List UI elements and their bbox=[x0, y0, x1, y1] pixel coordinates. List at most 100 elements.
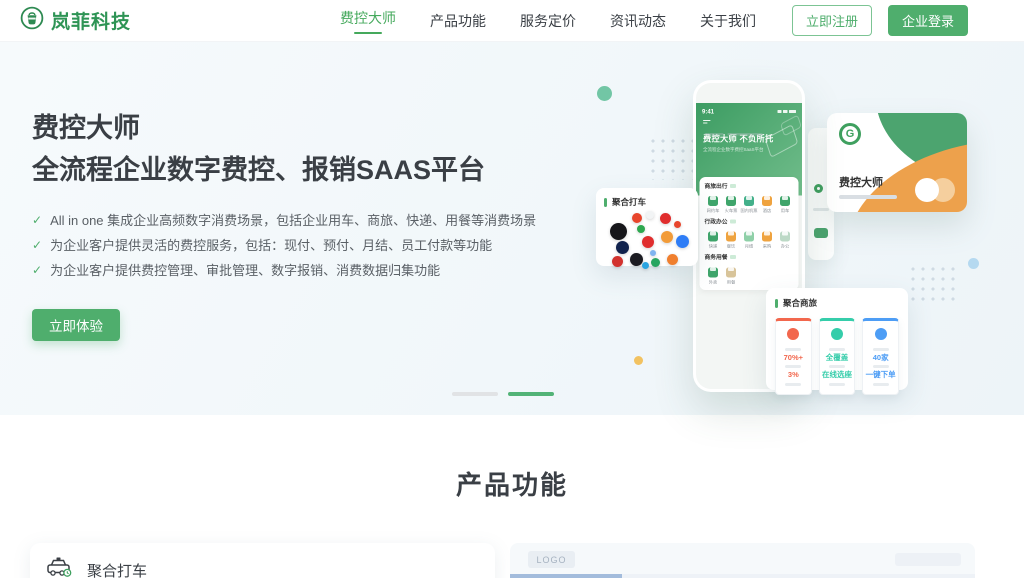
cta-button[interactable]: 立即体验 bbox=[32, 309, 120, 341]
mastercard-circles-icon bbox=[915, 178, 955, 202]
carousel-bar-active[interactable] bbox=[508, 392, 554, 396]
section-badge-icon bbox=[730, 184, 736, 188]
brand[interactable]: 岚菲科技 bbox=[20, 6, 131, 35]
hero-section: 费控大师 全流程企业数字费控、报销SAAS平台 ✓ All in one 集成企业… bbox=[0, 42, 1024, 415]
app-item-icon bbox=[762, 196, 772, 206]
app-item: 月结 bbox=[741, 229, 758, 250]
travel-mini-card: 全覆盖在线选座 bbox=[819, 318, 856, 395]
order-faded-row bbox=[705, 133, 794, 136]
app-item-icon bbox=[726, 232, 736, 242]
hero-bullet: ✓为企业客户提供费控管理、审批管理、数字报销、消费数据归集功能 bbox=[32, 264, 592, 277]
hero-bullets: ✓ All in one 集成企业高频数字消费场景，包括企业用车、商旅、快递、用餐… bbox=[32, 214, 592, 277]
app-item-icon bbox=[708, 196, 718, 206]
check-icon: ✓ bbox=[32, 214, 42, 226]
bank-card-title: 费控大师 bbox=[839, 174, 883, 190]
placeholder-bar bbox=[873, 383, 889, 386]
mini-stat: 3% bbox=[778, 371, 809, 379]
placeholder-bar bbox=[785, 348, 801, 351]
taxi-card-title: 聚合打车 bbox=[612, 196, 646, 208]
app-item-label: 酒店 bbox=[759, 208, 776, 214]
nav-item-news[interactable]: 资讯动态 bbox=[610, 11, 666, 31]
app-item-label: 用车 bbox=[777, 208, 794, 214]
brand-name: 岚菲科技 bbox=[51, 7, 131, 34]
hero-copy: 费控大师 全流程企业数字费控、报销SAAS平台 ✓All in one 集成企业… bbox=[32, 108, 592, 341]
brand-logo-dot bbox=[646, 211, 654, 219]
mini-icon bbox=[831, 328, 843, 340]
carousel-bar-inactive[interactable] bbox=[452, 392, 498, 396]
register-button[interactable]: 立即注册 bbox=[792, 5, 872, 36]
teal-circle-decoration bbox=[597, 86, 612, 101]
brand-logo-dot bbox=[660, 213, 671, 224]
travel-mini-card: 40家一键下单 bbox=[862, 318, 899, 395]
app-item: 外卖 bbox=[705, 264, 722, 285]
bank-card-subtitle-bar bbox=[839, 195, 897, 199]
nav-links: 费控大师 产品功能 服务定价 资讯动态 关于我们 bbox=[340, 8, 756, 34]
travel-mini-card: 70%+ 3% bbox=[775, 318, 812, 395]
app-grid: 网约车火车票国内机票酒店用车 bbox=[705, 193, 794, 214]
check-icon: ✓ bbox=[32, 239, 42, 251]
brand-logo-dot bbox=[676, 235, 689, 248]
app-item: 酒店 bbox=[759, 193, 776, 214]
placeholder-bar bbox=[829, 383, 845, 386]
app-item: 火车票 bbox=[722, 193, 739, 214]
brand-logo-dot bbox=[667, 254, 678, 265]
placeholder-bar bbox=[829, 365, 845, 368]
nav-item-product[interactable]: 产品功能 bbox=[430, 11, 486, 31]
phone-app-section: 商务用餐外卖用餐 bbox=[705, 253, 794, 285]
phone-menu-icon bbox=[703, 120, 711, 125]
app-item: 用车 bbox=[777, 193, 794, 214]
mini-stat: 全覆盖 bbox=[822, 354, 853, 362]
phone-app-section: 行政办公快递餐饮月结采购办公 bbox=[705, 218, 794, 250]
app-item-icon bbox=[762, 232, 772, 242]
placeholder-bar bbox=[829, 348, 845, 351]
app-item-icon bbox=[708, 232, 718, 242]
dots-pattern-right bbox=[908, 264, 960, 306]
app-item-icon bbox=[744, 232, 754, 242]
brand-logo-dot bbox=[637, 225, 645, 233]
feature-item-card[interactable]: 聚合打车 bbox=[30, 543, 495, 578]
brand-logo-dot bbox=[642, 262, 649, 269]
blue-dot-decoration bbox=[968, 258, 979, 269]
yellow-dot-decoration bbox=[634, 356, 643, 365]
mini-stat: 70%+ bbox=[778, 354, 809, 362]
brand-logo-dot bbox=[616, 241, 629, 254]
taxi-aggregation-card: 聚合打车 bbox=[596, 188, 698, 266]
app-item: 采购 bbox=[759, 229, 776, 250]
nav-item-pricing[interactable]: 服务定价 bbox=[520, 11, 576, 31]
login-button[interactable]: 企业登录 bbox=[888, 5, 968, 36]
app-item-label: 办公 bbox=[777, 243, 794, 249]
app-item: 办公 bbox=[777, 229, 794, 250]
features-heading: 产品功能 bbox=[0, 465, 1024, 502]
phone-status-bar: 9:41 bbox=[696, 103, 802, 115]
nav-item-about[interactable]: 关于我们 bbox=[700, 11, 756, 31]
sliver-green-square bbox=[814, 228, 828, 238]
taxi-icon bbox=[46, 556, 72, 578]
app-item-icon bbox=[744, 196, 754, 206]
app-section-title: 行政办公 bbox=[705, 218, 728, 226]
hero-bullet-text: 为企业客户提供灵活的费控服务，包括：现付、预付、月结、员工付款等功能 bbox=[50, 239, 492, 252]
brand-logo-icon bbox=[20, 6, 44, 35]
hero-title-line2: 全流程企业数字费控、报销SAAS平台 bbox=[32, 150, 592, 192]
hero-bullet-text: All in one 集成企业高频数字消费场景，包括企业用车、商旅、快递、用餐等… bbox=[50, 214, 536, 227]
app-item-label: 火车票 bbox=[722, 208, 739, 214]
mini-icon bbox=[875, 328, 887, 340]
app-item-icon bbox=[780, 196, 790, 206]
app-section-title: 商务用餐 bbox=[705, 253, 728, 261]
app-item: 网约车 bbox=[705, 193, 722, 214]
brand-logo-dot bbox=[632, 213, 642, 223]
app-item-label: 月结 bbox=[741, 243, 758, 249]
app-item-label: 用餐 bbox=[723, 279, 740, 285]
app-item-label: 采购 bbox=[759, 243, 776, 249]
app-item: 用餐 bbox=[723, 264, 740, 285]
app-item-label: 餐饮 bbox=[723, 243, 740, 249]
app-item-icon bbox=[780, 232, 790, 242]
sliver-placeholder-bar bbox=[813, 208, 829, 211]
placeholder-bar bbox=[785, 383, 801, 386]
mini-stat: 在线选座 bbox=[822, 371, 853, 379]
phone-status-icons bbox=[778, 110, 797, 113]
app-grid: 快递餐饮月结采购办公 bbox=[705, 229, 794, 250]
nav-item-feikong[interactable]: 费控大师 bbox=[340, 8, 396, 34]
carousel-indicators bbox=[452, 392, 554, 396]
brand-logo-dot bbox=[661, 231, 673, 243]
bank-card-mockup: G 费控大师 bbox=[827, 113, 967, 212]
